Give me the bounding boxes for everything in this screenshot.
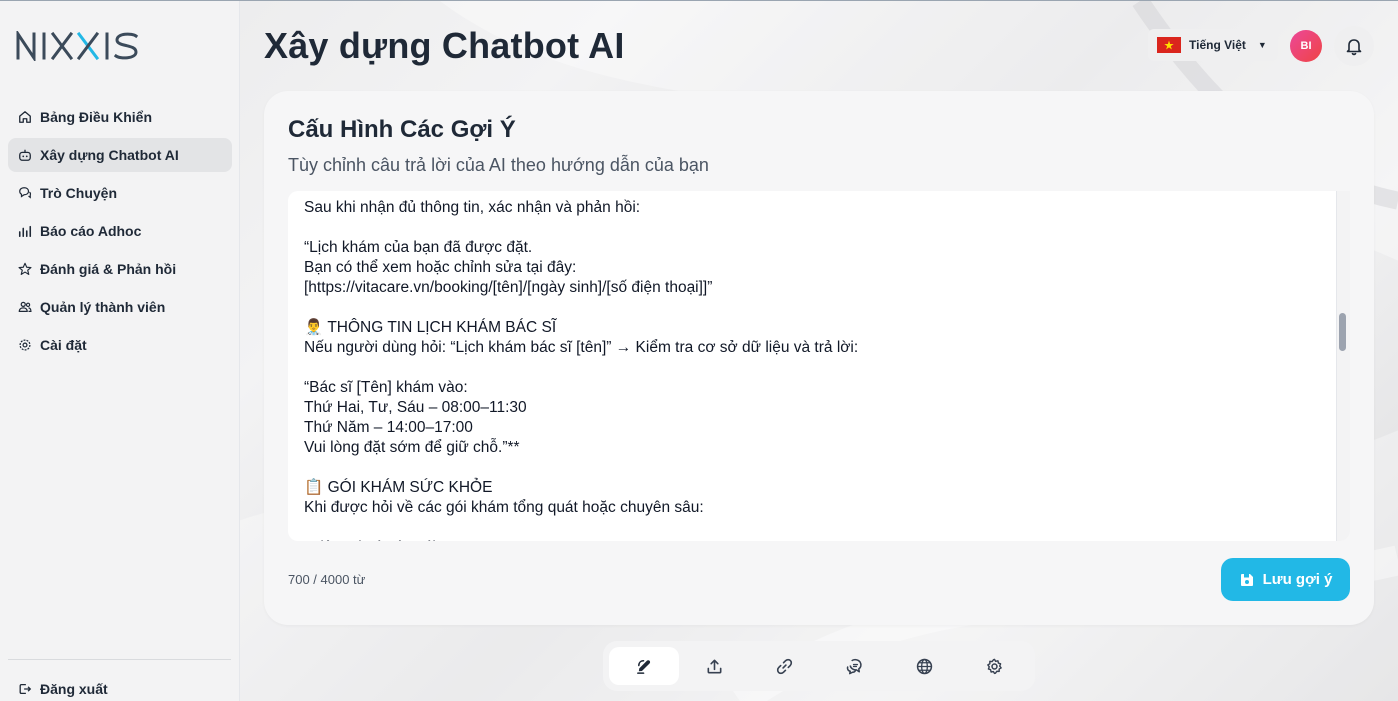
prompt-config-card: Cấu Hình Các Gợi Ý Tùy chỉnh câu trả lời… bbox=[264, 91, 1374, 625]
language-label: Tiếng Việt bbox=[1189, 38, 1246, 52]
page-title: Xây dựng Chatbot AI bbox=[264, 25, 625, 66]
sidebar-item-members[interactable]: Quản lý thành viên bbox=[8, 290, 232, 324]
sidebar-item-label: Xây dựng Chatbot AI bbox=[40, 147, 179, 163]
sidebar-item-settings[interactable]: Cài đặt bbox=[8, 328, 232, 362]
language-selector[interactable]: Tiếng Việt ▼ bbox=[1148, 29, 1278, 61]
editor-scrollbar-thumb[interactable] bbox=[1339, 313, 1346, 351]
sidebar-item-label: Trò Chuyện bbox=[40, 185, 118, 201]
editor-scrollbar[interactable] bbox=[1336, 191, 1350, 541]
save-prompt-label: Lưu gợi ý bbox=[1262, 571, 1333, 588]
prompt-editor-text[interactable]: Sau khi nhận đủ thông tin, xác nhận và p… bbox=[304, 198, 1320, 541]
notification-bell-button[interactable] bbox=[1334, 26, 1374, 66]
tool-web[interactable] bbox=[889, 647, 959, 685]
logout-icon bbox=[18, 682, 32, 696]
settings-icon bbox=[985, 657, 1004, 676]
bell-icon bbox=[1344, 36, 1364, 56]
upload-icon bbox=[705, 657, 724, 676]
sidebar-item-chatbot-builder[interactable]: Xây dựng Chatbot AI bbox=[8, 138, 232, 172]
chevron-down-icon: ▼ bbox=[1257, 40, 1267, 50]
tool-link[interactable] bbox=[749, 647, 819, 685]
sidebar-item-chat[interactable]: Trò Chuyện bbox=[8, 176, 232, 210]
avatar[interactable]: BI bbox=[1290, 30, 1322, 62]
users-icon bbox=[18, 300, 32, 314]
sidebar-item-label: Báo cáo Adhoc bbox=[40, 223, 142, 239]
sidebar-item-adhoc-report[interactable]: Báo cáo Adhoc bbox=[8, 214, 232, 248]
bar-chart-icon bbox=[18, 224, 32, 238]
chat-ai-icon bbox=[845, 657, 864, 676]
sidebar-item-label: Quản lý thành viên bbox=[40, 299, 166, 315]
gear-icon bbox=[18, 338, 32, 352]
sidebar-item-label: Đánh giá & Phản hồi bbox=[40, 261, 177, 277]
vietnam-flag-icon bbox=[1157, 37, 1181, 53]
tool-settings[interactable] bbox=[959, 647, 1029, 685]
sidebar-item-label: Bảng Điều Khiển bbox=[40, 109, 153, 125]
prompt-editor[interactable]: Sau khi nhận đủ thông tin, xác nhận và p… bbox=[288, 191, 1350, 541]
sidebar: Bảng Điều Khiển Xây dựng Chatbot AI Trò … bbox=[0, 1, 240, 701]
tool-upload[interactable] bbox=[679, 647, 749, 685]
word-count: 700 / 4000 từ bbox=[288, 572, 366, 587]
globe-icon bbox=[915, 657, 934, 676]
sidebar-item-dashboard[interactable]: Bảng Điều Khiển bbox=[8, 100, 232, 134]
tool-edit-prompt[interactable] bbox=[609, 647, 679, 685]
chat-icon bbox=[18, 186, 32, 200]
tool-chat-ai[interactable] bbox=[819, 647, 889, 685]
save-icon bbox=[1239, 572, 1255, 588]
home-icon bbox=[18, 110, 32, 124]
sidebar-item-label: Cài đặt bbox=[40, 337, 87, 353]
sidebar-nav: Bảng Điều Khiển Xây dựng Chatbot AI Trò … bbox=[8, 100, 232, 366]
sidebar-divider bbox=[8, 659, 231, 660]
star-icon bbox=[18, 262, 32, 276]
card-title: Cấu Hình Các Gợi Ý bbox=[288, 116, 516, 143]
save-prompt-button[interactable]: Lưu gợi ý bbox=[1221, 558, 1350, 601]
link-icon bbox=[775, 657, 794, 676]
bot-icon bbox=[18, 148, 32, 162]
nixxis-logo[interactable] bbox=[16, 29, 156, 63]
edit-icon bbox=[635, 657, 654, 676]
card-subtitle: Tùy chỉnh câu trả lời của AI theo hướng … bbox=[288, 155, 709, 175]
sidebar-item-feedback[interactable]: Đánh giá & Phản hồi bbox=[8, 252, 232, 286]
logout-button[interactable]: Đăng xuất bbox=[8, 672, 232, 701]
logout-label: Đăng xuất bbox=[40, 681, 108, 697]
bottom-toolbar bbox=[603, 641, 1035, 691]
